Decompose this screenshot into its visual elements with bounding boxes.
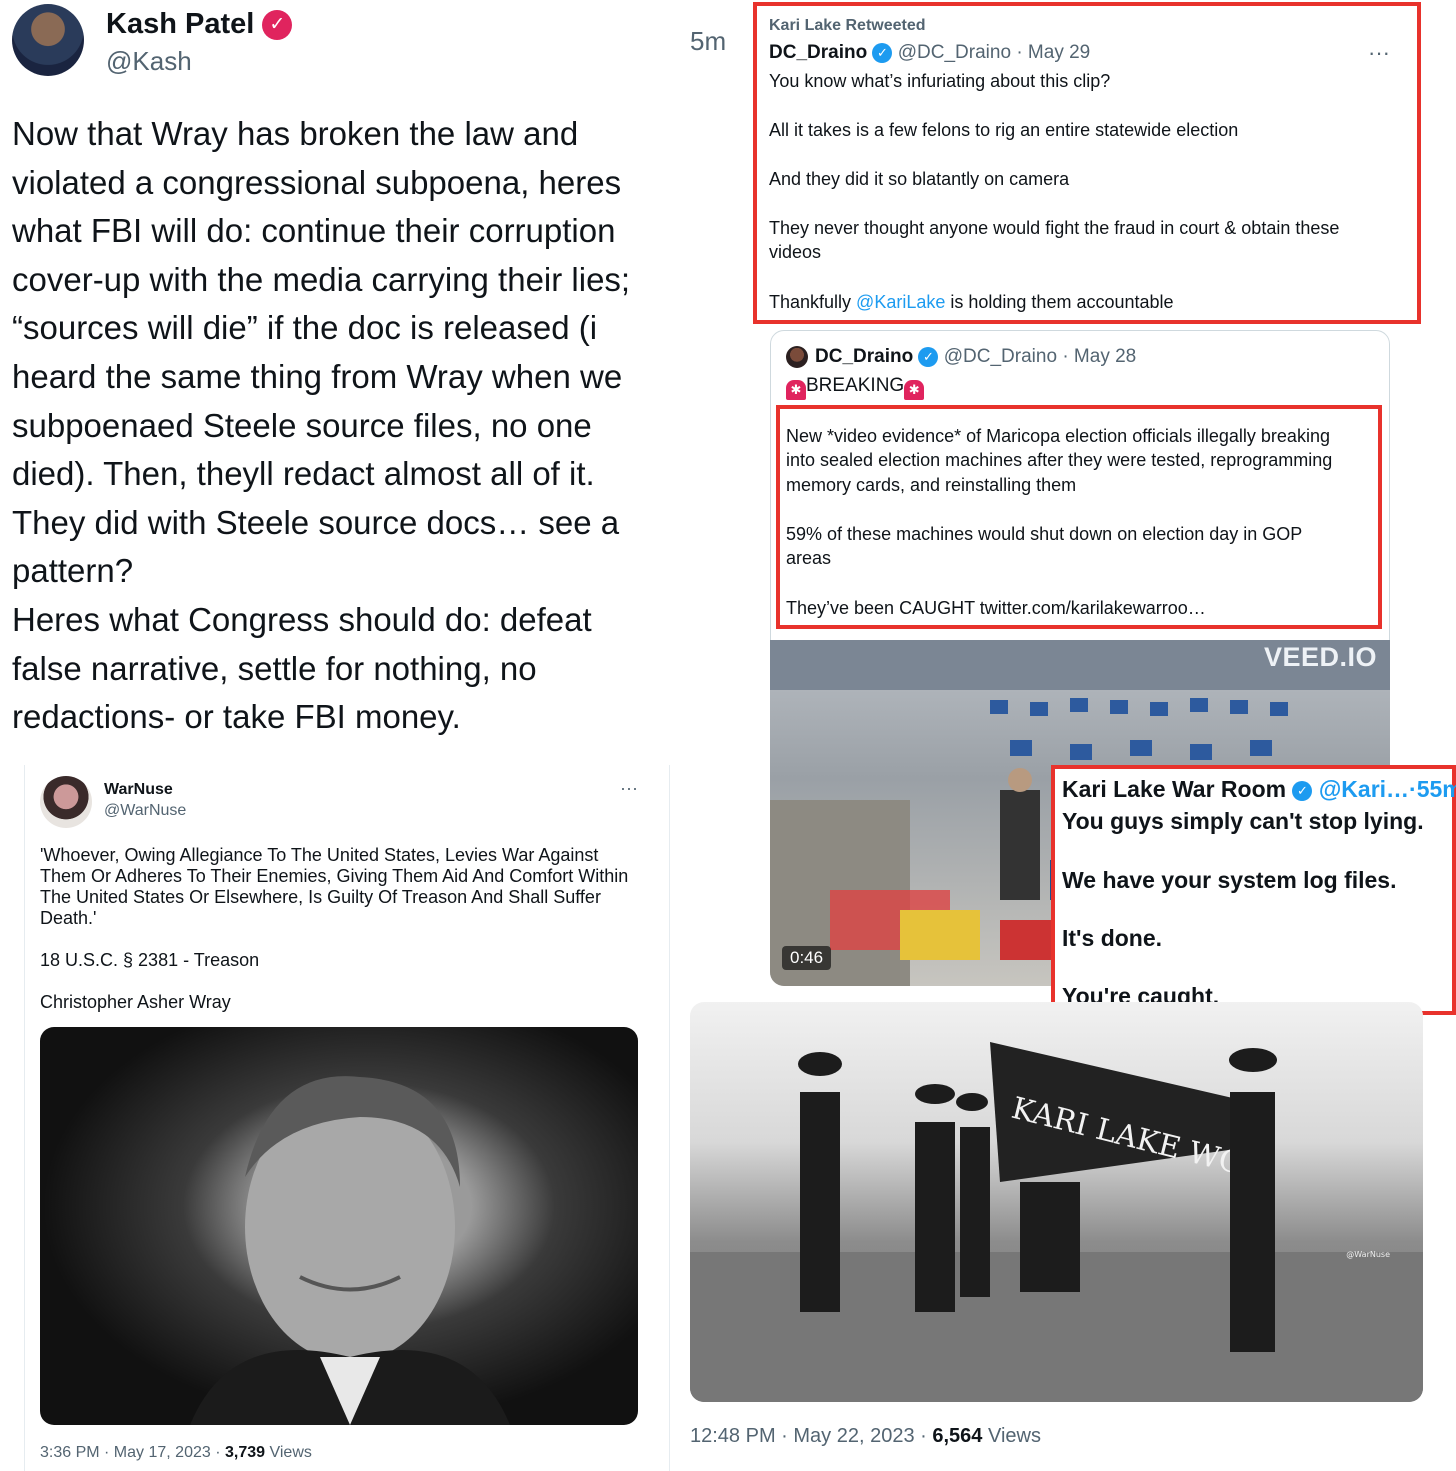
historic-views-label: Views [982, 1425, 1041, 1447]
retweet-author[interactable]: DC_Draino ✓ @DC_Draino · May 29 [769, 42, 1090, 64]
quoted-author-name[interactable]: DC_Draino [815, 346, 913, 367]
quoted-line: areas [786, 548, 832, 568]
retweet-line: They never thought anyone would fight th… [769, 218, 1340, 238]
quoted-line: New *video evidence* of Maricopa electio… [786, 426, 1330, 446]
quoted-date[interactable]: May 28 [1074, 346, 1136, 367]
retweet-line: And they did it so blatantly on camera [769, 169, 1070, 189]
warnuse-views-label: Views [265, 1444, 312, 1461]
quoted-line: 59% of these machines would shut down on… [786, 524, 1303, 544]
retweet-line: Thankfully @KariLake is holding them acc… [769, 290, 1409, 315]
retweet-line: All it takes is a few felons to rig an e… [769, 120, 1239, 140]
retweet-text: is holding them accountable [945, 292, 1174, 312]
historic-illustration: KARI LAKE WON @WarNuse [690, 1042, 1423, 1402]
warnuse-views-count: 3,739 [224, 1444, 266, 1461]
quoted-line: They’ve been CAUGHT twitter.com/karilake… [786, 598, 1206, 618]
historic-meta-time[interactable]: 12:48 PM · May 22, 2023 · [690, 1425, 932, 1447]
kash-name-text[interactable]: Kash Patel [106, 8, 254, 40]
warnuse-quote: 'Whoever, Owing Allegiance To The United… [40, 845, 629, 928]
quoted-line: memory cards, and reinstalling them [786, 475, 1077, 495]
verified-badge-icon: ✓ [262, 10, 293, 41]
historic-views-count: 6,564 [932, 1425, 983, 1447]
mention-link[interactable]: @KariLake [856, 292, 945, 312]
warroom-handle[interactable]: @Kari… [1319, 776, 1409, 802]
video-duration-badge: 0:46 [782, 946, 832, 970]
warnuse-name[interactable]: WarNuse [104, 781, 173, 799]
more-icon[interactable]: ··· [620, 778, 638, 799]
quoted-avatar[interactable] [786, 346, 808, 368]
retweet-text: Thankfully [769, 292, 857, 312]
warroom-line: You guys simply can't stop lying. [1062, 808, 1424, 834]
retweet-author-name[interactable]: DC_Draino [769, 42, 867, 63]
breaking-label: BREAKING [806, 375, 905, 396]
kash-timestamp[interactable]: 5m [690, 26, 726, 57]
quoted-line: into sealed election machines after they… [786, 450, 1333, 470]
separator-dot: · [1016, 42, 1023, 63]
separator-dot: · [1062, 346, 1069, 367]
verified-badge-icon: ✓ [1292, 780, 1313, 801]
kash-tweet-body: Now that Wray has broken the law and vio… [12, 115, 631, 736]
warnuse-meta: 3:36 PM · May 17, 2023 · 3,739 Views [40, 1444, 312, 1462]
retweet-line: You know what’s infuriating about this c… [769, 71, 1111, 91]
warroom-time[interactable]: 55m [1417, 776, 1456, 802]
kash-handle[interactable]: @Kash [106, 46, 192, 77]
historic-meta: 12:48 PM · May 22, 2023 · 6,564 Views [690, 1425, 1041, 1448]
portrait-illustration [190, 1076, 510, 1425]
separator-dot: · [1409, 776, 1417, 802]
quoted-author-handle[interactable]: @DC_Draino [944, 346, 1057, 367]
kash-author-name[interactable]: Kash Patel ✓ [106, 8, 293, 41]
verified-badge-icon: ✓ [872, 42, 893, 63]
warnuse-law-citation: 18 U.S.C. § 2381 - Treason [40, 950, 260, 970]
kash-avatar[interactable] [12, 4, 84, 76]
video-watermark: VEED.IO [1264, 642, 1378, 672]
siren-icon: ✱ [904, 380, 925, 400]
warroom-line: It's done. [1062, 925, 1163, 951]
warnuse-person-name: Christopher Asher Wray [40, 992, 231, 1012]
portrait-photo[interactable] [40, 1027, 638, 1425]
historic-watermark: @WarNuse [1346, 1250, 1390, 1259]
warnuse-meta-time[interactable]: 3:36 PM · May 17, 2023 · [40, 1444, 225, 1461]
quoted-author[interactable]: DC_Draino ✓ @DC_Draino · May 28 [815, 346, 1136, 368]
verified-badge-icon: ✓ [918, 346, 939, 367]
siren-icon: ✱ [786, 380, 806, 400]
retweeted-by-label: Kari Lake Retweeted [769, 17, 926, 34]
retweet-author-handle[interactable]: @DC_Draino [898, 42, 1011, 63]
warnuse-avatar[interactable] [40, 776, 92, 828]
historic-megaphone-photo[interactable]: KARI LAKE WON @WarNuse [690, 1002, 1423, 1402]
warnuse-handle[interactable]: @WarNuse [104, 802, 186, 820]
warroom-author-name[interactable]: Kari Lake War Room [1062, 776, 1286, 802]
retweet-date[interactable]: May 29 [1028, 42, 1090, 63]
retweet-line: videos [769, 242, 822, 262]
warroom-author[interactable]: Kari Lake War Room ✓ @Kari…·55m [1062, 776, 1456, 803]
warroom-line: We have your system log files. [1062, 867, 1397, 893]
breaking-line: ✱ BREAKING ✱ [786, 375, 925, 400]
more-icon[interactable]: ··· [1368, 40, 1390, 66]
